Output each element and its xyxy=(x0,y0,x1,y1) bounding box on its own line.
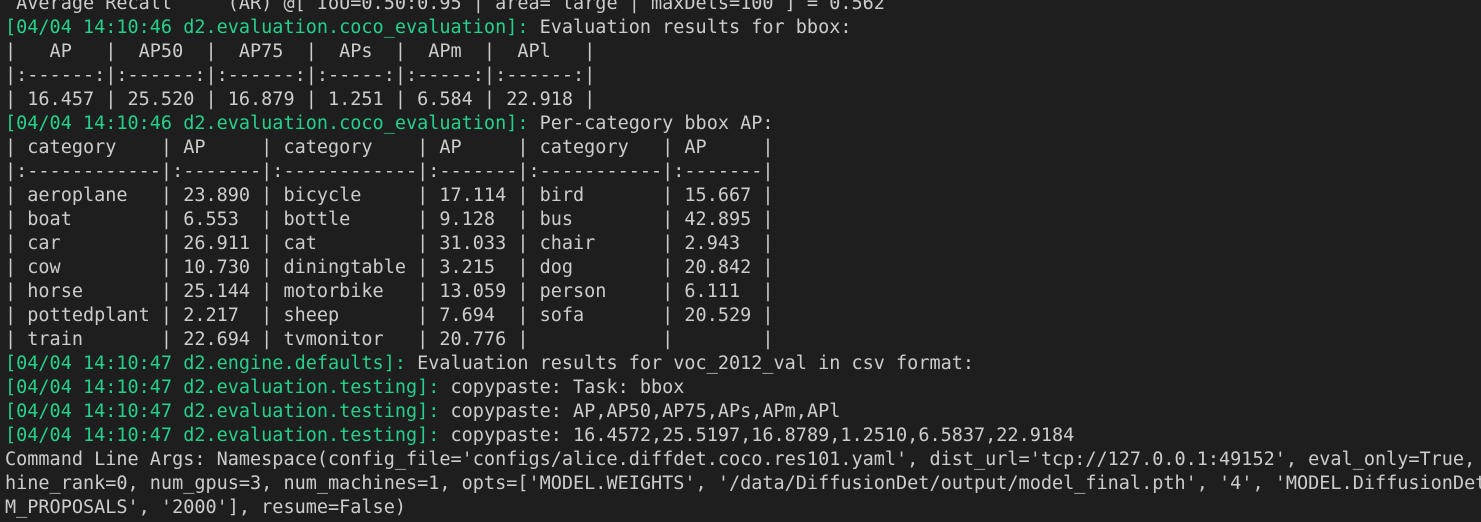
log-text: | horse | 25.144 | motorbike | 13.059 | … xyxy=(5,281,774,302)
log-text: hine_rank=0, num_gpus=3, num_machines=1,… xyxy=(5,473,1481,494)
log-text: copypaste: Task: bbox xyxy=(439,377,685,398)
terminal-line: Command Line Args: Namespace(config_file… xyxy=(5,448,1481,472)
terminal-lines: Average Recall (AR) @[ IoU=0.50:0.95 | a… xyxy=(5,0,1481,520)
terminal-line: [04/04 14:10:47 d2.evaluation.testing]: … xyxy=(5,376,1481,400)
terminal-line: | aeroplane | 23.890 | bicycle | 17.114 … xyxy=(5,184,1481,208)
log-text: | AP | AP50 | AP75 | APs | APm | APl | xyxy=(5,41,596,62)
log-prefix: [04/04 14:10:47 d2.evaluation.testing]: xyxy=(5,425,440,446)
log-text: Per-category bbox AP: xyxy=(528,113,774,134)
log-text: | aeroplane | 23.890 | bicycle | 17.114 … xyxy=(5,185,774,206)
terminal-line: [04/04 14:10:47 d2.evaluation.testing]: … xyxy=(5,424,1481,448)
log-text: |:------------|:-------|:------------|:-… xyxy=(5,161,774,182)
terminal-line: | pottedplant | 2.217 | sheep | 7.694 | … xyxy=(5,304,1481,328)
terminal-output[interactable]: Average Recall (AR) @[ IoU=0.50:0.95 | a… xyxy=(0,0,1481,522)
log-text: Command Line Args: Namespace(config_file… xyxy=(5,449,1481,470)
terminal-line: | 16.457 | 25.520 | 16.879 | 1.251 | 6.5… xyxy=(5,88,1481,112)
log-prefix: [04/04 14:10:47 d2.evaluation.testing]: xyxy=(5,377,440,398)
terminal-line: | boat | 6.553 | bottle | 9.128 | bus | … xyxy=(5,208,1481,232)
terminal-line: [04/04 14:10:46 d2.evaluation.coco_evalu… xyxy=(5,16,1481,40)
terminal-line: | cow | 10.730 | diningtable | 3.215 | d… xyxy=(5,256,1481,280)
terminal-line: [04/04 14:10:47 d2.engine.defaults]: Eva… xyxy=(5,352,1481,376)
log-text: | category | AP | category | AP | catego… xyxy=(5,137,774,158)
log-text: | cow | 10.730 | diningtable | 3.215 | d… xyxy=(5,257,774,278)
terminal-line: | horse | 25.144 | motorbike | 13.059 | … xyxy=(5,280,1481,304)
log-prefix: [04/04 14:10:47 d2.evaluation.testing]: xyxy=(5,401,440,422)
log-text: Evaluation results for voc_2012_val in c… xyxy=(405,353,975,374)
log-text: Evaluation results for bbox: xyxy=(528,17,852,38)
log-text: M_PROPOSALS', '2000'], resume=False) xyxy=(5,497,406,518)
log-text: copypaste: AP,AP50,AP75,APs,APm,APl xyxy=(439,401,841,422)
log-prefix: [04/04 14:10:46 d2.evaluation.coco_evalu… xyxy=(5,17,529,38)
log-text: Average Recall (AR) @[ IoU=0.50:0.95 | a… xyxy=(5,0,885,14)
log-text: | car | 26.911 | cat | 31.033 | chair | … xyxy=(5,233,774,254)
terminal-line: Average Recall (AR) @[ IoU=0.50:0.95 | a… xyxy=(5,0,1481,16)
terminal-line: | category | AP | category | AP | catego… xyxy=(5,136,1481,160)
terminal-line: | AP | AP50 | AP75 | APs | APm | APl | xyxy=(5,40,1481,64)
log-prefix: [04/04 14:10:47 d2.engine.defaults]: xyxy=(5,353,406,374)
terminal-line: |:------------|:-------|:------------|:-… xyxy=(5,160,1481,184)
terminal-line: | car | 26.911 | cat | 31.033 | chair | … xyxy=(5,232,1481,256)
terminal-line: | train | 22.694 | tvmonitor | 20.776 | … xyxy=(5,328,1481,352)
terminal-line: hine_rank=0, num_gpus=3, num_machines=1,… xyxy=(5,472,1481,496)
log-text: | pottedplant | 2.217 | sheep | 7.694 | … xyxy=(5,305,774,326)
log-text: | 16.457 | 25.520 | 16.879 | 1.251 | 6.5… xyxy=(5,89,596,110)
terminal-line: |:------:|:------:|:------:|:-----:|:---… xyxy=(5,64,1481,88)
log-text: | train | 22.694 | tvmonitor | 20.776 | … xyxy=(5,329,774,350)
log-text: copypaste: 16.4572,25.5197,16.8789,1.251… xyxy=(439,425,1075,446)
terminal-line: M_PROPOSALS', '2000'], resume=False) xyxy=(5,496,1481,520)
terminal-line: [04/04 14:10:46 d2.evaluation.coco_evalu… xyxy=(5,112,1481,136)
terminal-line: [04/04 14:10:47 d2.evaluation.testing]: … xyxy=(5,400,1481,424)
log-text: | boat | 6.553 | bottle | 9.128 | bus | … xyxy=(5,209,774,230)
log-prefix: [04/04 14:10:46 d2.evaluation.coco_evalu… xyxy=(5,113,529,134)
log-text: |:------:|:------:|:------:|:-----:|:---… xyxy=(5,65,596,86)
